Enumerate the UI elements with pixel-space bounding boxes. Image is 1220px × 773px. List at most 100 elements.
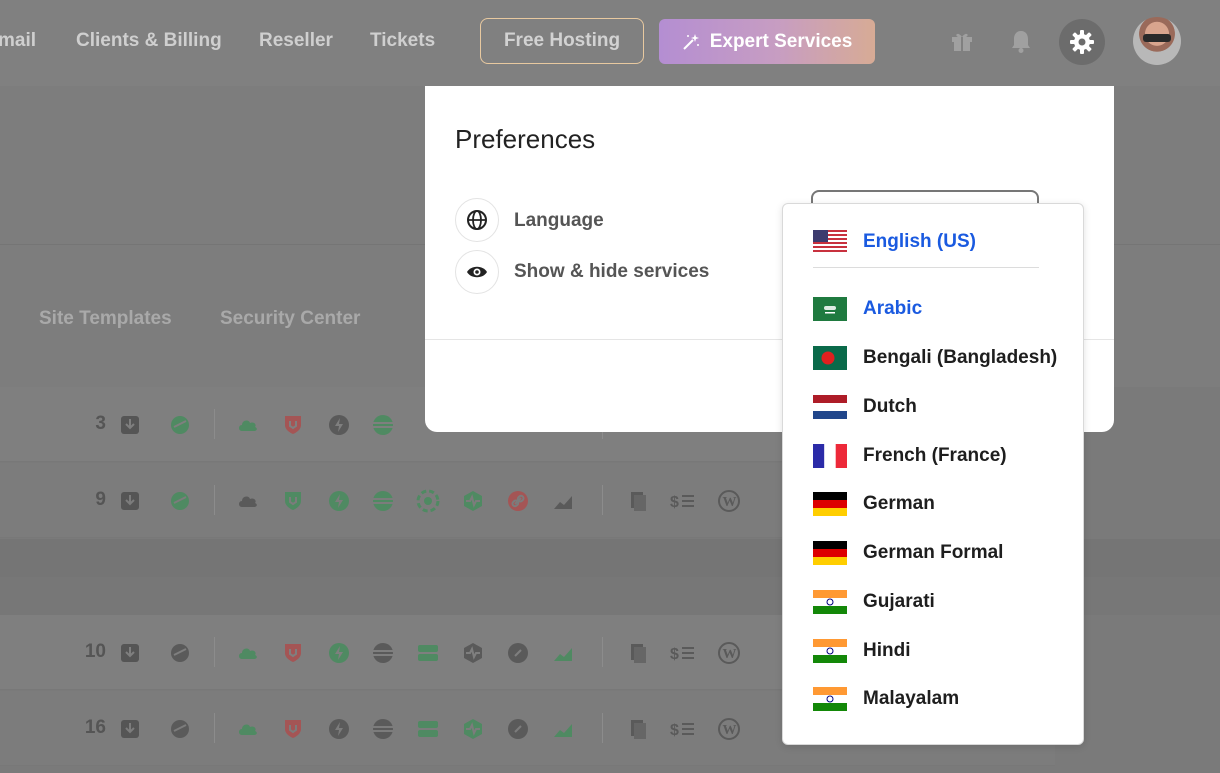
- download-icon[interactable]: [118, 413, 142, 437]
- leaf-icon[interactable]: [168, 413, 192, 437]
- svg-text:W: W: [723, 723, 737, 738]
- document-icon[interactable]: [626, 489, 650, 513]
- nav-link-email[interactable]: mail: [0, 30, 36, 52]
- language-option-malayalam[interactable]: Malayalam: [813, 686, 959, 712]
- row-count: 3: [95, 413, 106, 434]
- gear-icon: [1070, 30, 1094, 54]
- language-option-label: Arabic: [863, 298, 923, 319]
- database-icon[interactable]: [371, 489, 395, 513]
- nav-link-tickets[interactable]: Tickets: [370, 30, 435, 52]
- billing-list-icon[interactable]: $: [670, 717, 696, 741]
- globe-icon: [455, 198, 499, 242]
- tab-site-templates[interactable]: Site Templates: [39, 308, 172, 330]
- preferences-title: Preferences: [455, 124, 596, 154]
- svg-text:$: $: [670, 646, 679, 663]
- database-icon[interactable]: [371, 717, 395, 741]
- wordpress-icon[interactable]: W: [717, 489, 741, 513]
- expert-services-label: Expert Services: [709, 30, 853, 52]
- row-count: 9: [95, 489, 106, 510]
- leaf-icon[interactable]: [168, 717, 192, 741]
- netherlands-flag-icon: [813, 395, 847, 419]
- bolt-icon[interactable]: [327, 489, 351, 513]
- language-option-label: Bengali (Bangladesh): [863, 347, 1058, 368]
- cloud-icon[interactable]: [236, 489, 260, 513]
- india-flag-icon: [813, 590, 847, 614]
- bolt-icon[interactable]: [327, 641, 351, 665]
- settings-gear-button[interactable]: [1059, 19, 1105, 65]
- language-option-dutch[interactable]: Dutch: [813, 394, 917, 420]
- language-option-arabic[interactable]: Arabic: [813, 296, 922, 322]
- expert-services-button[interactable]: Expert Services: [659, 19, 875, 64]
- nav-link-clients-billing[interactable]: Clients & Billing: [76, 30, 222, 52]
- cloud-icon[interactable]: [236, 413, 260, 437]
- download-icon[interactable]: [118, 641, 142, 665]
- svg-text:$: $: [670, 722, 679, 739]
- notification-bell-icon[interactable]: [1005, 25, 1037, 57]
- server-icon[interactable]: [416, 717, 440, 741]
- row-count: 16: [84, 717, 106, 738]
- language-option-label: German Formal: [863, 542, 1004, 563]
- billing-list-icon[interactable]: $: [670, 641, 696, 665]
- shield-icon[interactable]: [281, 641, 305, 665]
- language-option-label: German: [863, 493, 935, 514]
- svg-text:W: W: [723, 647, 737, 662]
- shield-icon[interactable]: [281, 717, 305, 741]
- analytics-chart-icon[interactable]: [551, 641, 575, 665]
- language-option-english-us[interactable]: English (US): [813, 229, 976, 255]
- language-option-label: English (US): [863, 231, 976, 252]
- show-hide-services-label[interactable]: Show & hide services: [514, 261, 709, 283]
- gift-icon[interactable]: [946, 25, 978, 57]
- bolt-icon[interactable]: [327, 413, 351, 437]
- language-dropdown: English (US) Arabic Bengali (Bangladesh)…: [782, 203, 1084, 745]
- svg-text:W: W: [723, 495, 737, 510]
- aperture-icon[interactable]: [416, 489, 440, 513]
- billing-list-icon[interactable]: $: [670, 489, 696, 513]
- language-option-french[interactable]: French (France): [813, 443, 1007, 469]
- download-icon[interactable]: [118, 717, 142, 741]
- wordpress-icon[interactable]: W: [717, 717, 741, 741]
- link-icon[interactable]: [506, 641, 530, 665]
- user-avatar[interactable]: [1133, 17, 1181, 65]
- analytics-chart-icon[interactable]: [551, 717, 575, 741]
- language-option-label: Hindi: [863, 640, 911, 661]
- language-setting-label[interactable]: Language: [514, 210, 604, 232]
- database-icon[interactable]: [371, 641, 395, 665]
- india-flag-icon: [813, 687, 847, 711]
- heartbeat-icon[interactable]: [461, 489, 485, 513]
- language-option-hindi[interactable]: Hindi: [813, 638, 911, 664]
- bangladesh-flag-icon: [813, 346, 847, 370]
- language-option-bengali[interactable]: Bengali (Bangladesh): [813, 345, 1057, 371]
- language-option-german[interactable]: German: [813, 491, 935, 517]
- shield-icon[interactable]: [281, 489, 305, 513]
- germany-flag-icon: [813, 492, 847, 516]
- cloud-icon[interactable]: [236, 641, 260, 665]
- leaf-icon[interactable]: [168, 641, 192, 665]
- link-icon[interactable]: [506, 717, 530, 741]
- cloud-icon[interactable]: [236, 717, 260, 741]
- analytics-chart-icon[interactable]: [551, 489, 575, 513]
- magic-wand-icon: [682, 33, 699, 50]
- document-icon[interactable]: [626, 717, 650, 741]
- leaf-icon[interactable]: [168, 489, 192, 513]
- download-icon[interactable]: [118, 489, 142, 513]
- france-flag-icon: [813, 444, 847, 468]
- bolt-icon[interactable]: [327, 717, 351, 741]
- language-option-label: Gujarati: [863, 591, 935, 612]
- language-option-label: Malayalam: [863, 688, 960, 709]
- wordpress-icon[interactable]: W: [717, 641, 741, 665]
- free-hosting-button[interactable]: Free Hosting: [480, 18, 644, 64]
- language-option-label: Dutch: [863, 396, 917, 417]
- database-icon[interactable]: [371, 413, 395, 437]
- nav-link-reseller[interactable]: Reseller: [259, 30, 333, 52]
- document-icon[interactable]: [626, 641, 650, 665]
- tab-security-center[interactable]: Security Center: [220, 308, 360, 330]
- language-option-german-formal[interactable]: German Formal: [813, 540, 1003, 566]
- link-icon[interactable]: [506, 489, 530, 513]
- language-option-label: French (France): [863, 445, 1007, 466]
- heartbeat-icon[interactable]: [461, 717, 485, 741]
- language-option-gujarati[interactable]: Gujarati: [813, 589, 935, 615]
- server-icon[interactable]: [416, 641, 440, 665]
- heartbeat-icon[interactable]: [461, 641, 485, 665]
- shield-icon[interactable]: [281, 413, 305, 437]
- top-navigation: mail Clients & Billing Reseller Tickets …: [0, 0, 1220, 86]
